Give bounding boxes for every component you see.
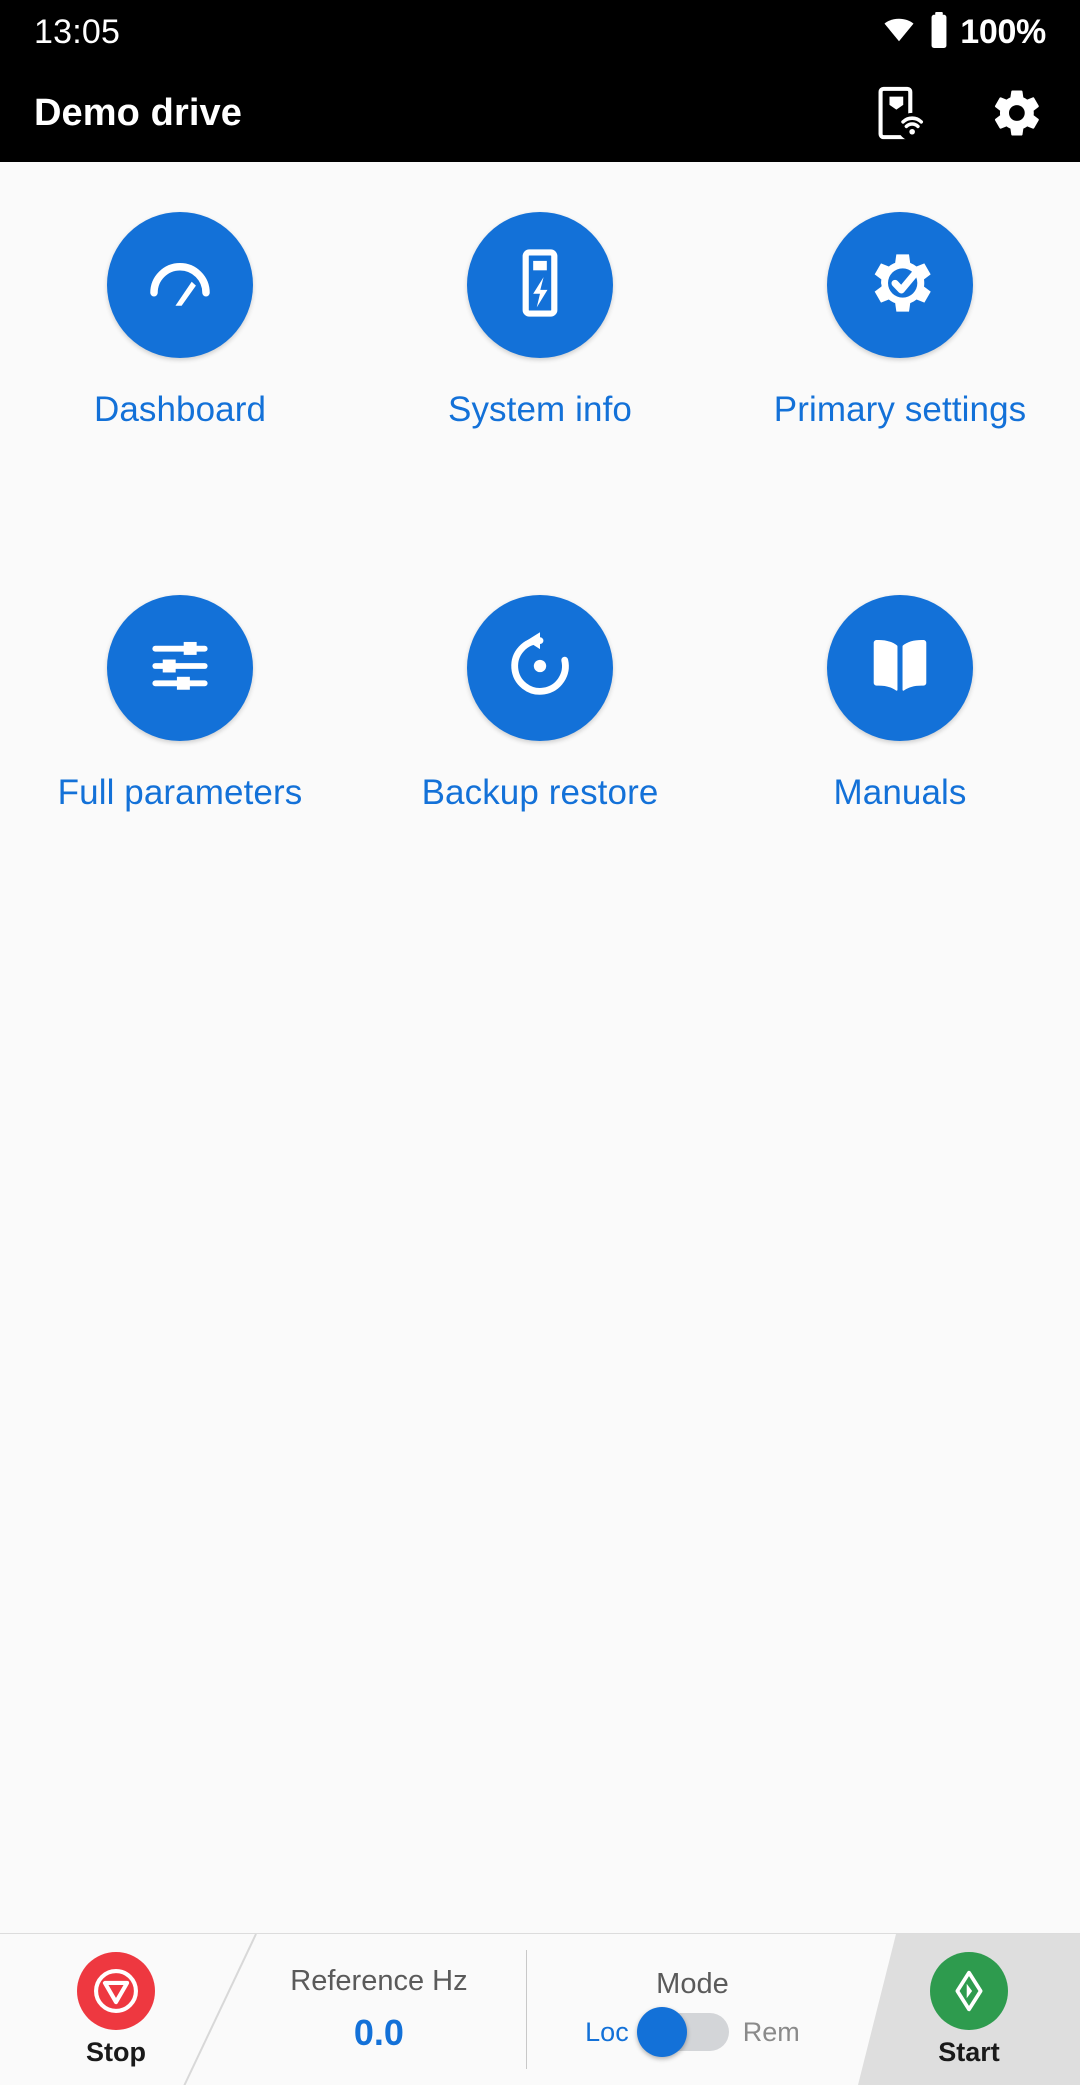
gauge-icon [141,244,219,327]
app-bar-actions [872,84,1046,142]
drive-connection-icon[interactable] [872,84,930,142]
tile-icon-circle [467,212,613,358]
wifi-icon [880,15,918,50]
stop-button[interactable]: Stop [0,1934,232,2085]
app-bar: Demo drive [0,64,1080,162]
book-icon [862,628,938,709]
tile-full-parameters[interactable]: Full parameters [0,595,360,813]
start-icon [930,1951,1008,2030]
mode-field: Mode Loc Rem [527,1934,858,2085]
tile-icon-circle [827,595,973,741]
tile-label: Backup restore [421,773,659,812]
reference-hz-field[interactable]: Reference Hz 0.0 [232,1934,526,2085]
tile-label: System info [448,390,632,429]
tile-backup-restore[interactable]: Backup restore [360,595,720,813]
mode-toggle-label-right: Rem [742,2016,800,2047]
mode-label: Mode [656,1968,729,2000]
bottom-control-bar: Stop Reference Hz 0.0 Mode Loc Rem Start [0,1933,1080,2085]
main-content: Dashboard System info Primary settings F… [0,162,1080,1933]
gear-check-icon [860,243,940,328]
tile-dashboard[interactable]: Dashboard [0,212,360,430]
tile-icon-circle [107,212,253,358]
tile-label: Primary settings [773,390,1027,429]
mode-toggle-switch[interactable] [636,2007,729,2057]
status-bar: 13:05 100% [0,0,1080,64]
reference-hz-label: Reference Hz [290,1965,468,1997]
stop-button-label: Stop [86,2036,146,2067]
mode-toggle-label-left: Loc [585,2016,629,2047]
tile-icon-circle [107,595,253,741]
mode-toggle-row[interactable]: Loc Rem [585,2007,800,2057]
tile-icon-circle [827,212,973,358]
battery-full-icon [928,11,950,54]
status-indicators: 100% [880,11,1046,54]
grid-row-spacer [0,430,360,595]
grid-row-spacer [720,430,1080,595]
tile-icon-circle [467,595,613,741]
tile-primary-settings[interactable]: Primary settings [720,212,1080,430]
start-button-label: Start [938,2036,1000,2067]
gear-icon[interactable] [988,84,1046,142]
battery-percent-label: 100% [960,12,1046,51]
drive-bolt-icon [501,244,579,327]
app-screen: 13:05 100% Demo drive Dashboard System i… [0,0,1080,2085]
sliders-icon [143,629,217,708]
tile-manuals[interactable]: Manuals [720,595,1080,813]
tile-system-info[interactable]: System info [360,212,720,430]
status-clock: 13:05 [34,12,121,51]
tile-label: Manuals [833,773,967,812]
page-title: Demo drive [34,91,242,134]
restore-icon [501,627,579,710]
mode-toggle-knob[interactable] [636,2007,687,2057]
grid-row-spacer [360,430,720,595]
start-button[interactable]: Start [858,1934,1080,2085]
tile-label: Full parameters [57,773,303,812]
menu-grid: Dashboard System info Primary settings F… [0,212,1080,813]
tile-label: Dashboard [93,390,267,429]
stop-icon [77,1951,155,2030]
reference-hz-value: 0.0 [353,2012,404,2053]
